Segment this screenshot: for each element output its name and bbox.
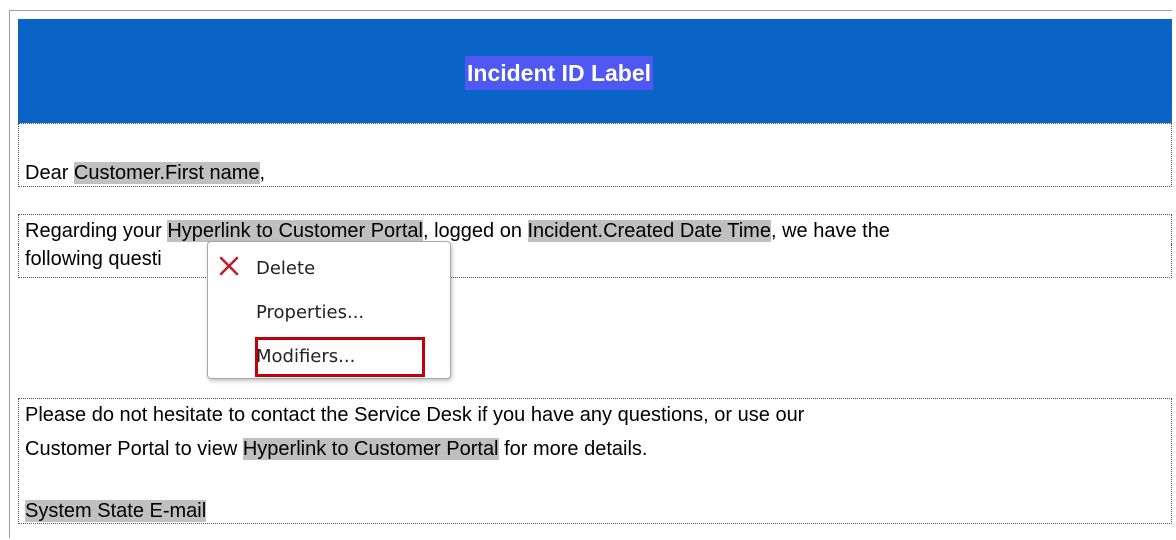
customer-first-name-field[interactable]: Customer.First name — [73, 162, 260, 184]
greeting-prefix: Dear — [25, 162, 74, 184]
paragraph2-line1: Please do not hesitate to contact the Se… — [25, 404, 805, 426]
paragraph2-line2-prefix: Customer Portal to view — [25, 438, 243, 460]
greeting-suffix: , — [259, 162, 266, 184]
paragraph1-block[interactable]: Regarding your Hyperlink to Customer Por… — [18, 214, 1172, 278]
signature-line: System State E-mail — [25, 497, 207, 525]
hyperlink-customer-portal-field[interactable]: Hyperlink to Customer Portal — [167, 220, 423, 242]
greeting-block[interactable]: Dear Customer.First name, — [18, 123, 1172, 187]
hyperlink-customer-portal-field-2[interactable]: Hyperlink to Customer Portal — [242, 438, 499, 460]
menu-item-delete[interactable]: Delete — [256, 254, 315, 284]
incident-created-date-field[interactable]: Incident.Created Date Time — [527, 220, 771, 242]
paragraph1-text2: , logged on — [422, 220, 528, 242]
paragraph1-line1: Regarding your Hyperlink to Customer Por… — [25, 217, 890, 245]
paragraph1-line2: following questi — [25, 248, 162, 270]
menu-item-properties[interactable]: Properties... — [256, 298, 364, 328]
delete-x-icon — [219, 256, 239, 276]
paragraph2-line2: Customer Portal to view Hyperlink to Cus… — [25, 435, 647, 463]
paragraph2-block[interactable]: Please do not hesitate to contact the Se… — [18, 398, 1172, 524]
header-banner: Incident ID Label — [18, 19, 1172, 123]
incident-id-label-field[interactable]: Incident ID Label — [465, 56, 654, 90]
paragraph1-text3: , we have the — [770, 220, 890, 242]
modifiers-highlight-box — [255, 337, 425, 377]
system-state-email-field[interactable]: System State E-mail — [25, 500, 207, 522]
paragraph1-text1: Regarding your — [25, 220, 168, 242]
paragraph2-line2-suffix: for more details. — [498, 438, 648, 460]
greeting-line: Dear Customer.First name, — [25, 159, 265, 187]
